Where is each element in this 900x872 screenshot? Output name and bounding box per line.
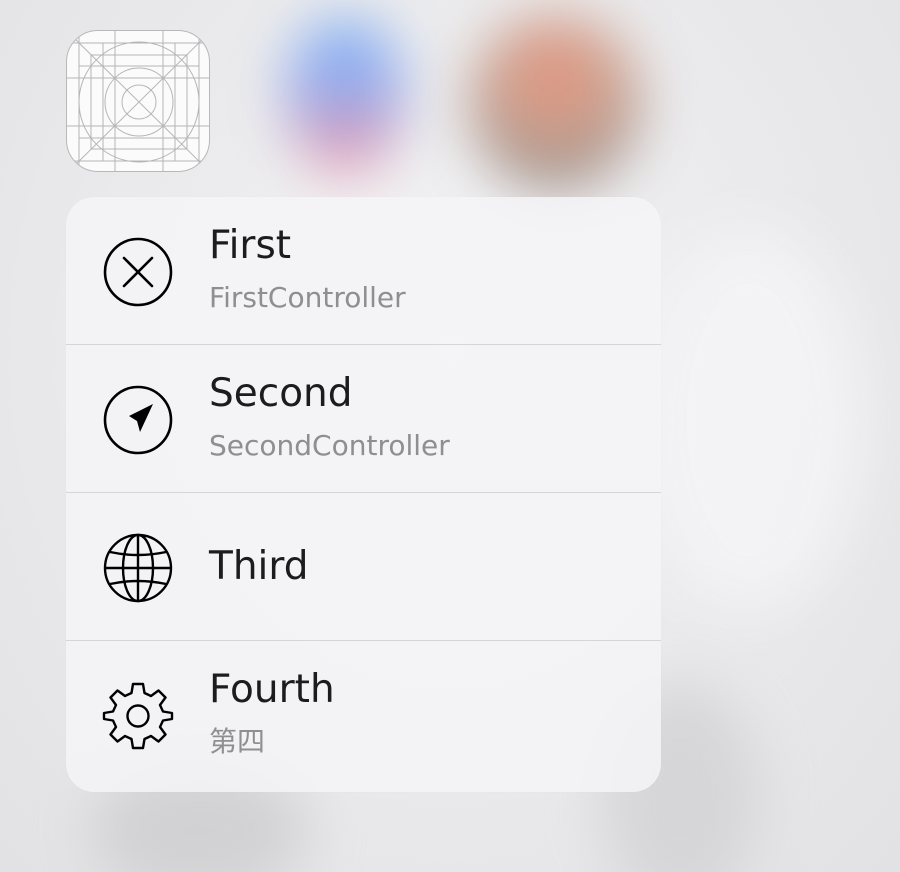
quick-action-title: Second <box>209 371 353 416</box>
quick-action-first[interactable]: First FirstController <box>66 197 661 345</box>
app-icon[interactable] <box>66 30 210 172</box>
quick-action-title: Fourth <box>209 667 335 712</box>
quick-action-title: Third <box>209 544 309 589</box>
location-arrow-icon <box>102 384 174 456</box>
quick-action-subtitle: 第四 <box>209 725 266 758</box>
quick-action-second[interactable]: Second SecondController <box>66 345 661 493</box>
app-icon-template-grid-icon <box>67 31 209 171</box>
background-blurred-app-icon <box>285 20 405 170</box>
quick-action-fourth[interactable]: Fourth 第四 <box>66 641 661 789</box>
quick-actions-menu: First FirstController Second SecondContr… <box>66 197 661 792</box>
quick-action-subtitle: FirstController <box>209 281 406 314</box>
background-blurred-app-icon <box>470 15 640 190</box>
globe-icon <box>102 532 174 604</box>
quick-action-title: First <box>209 223 292 268</box>
gear-icon <box>102 680 174 752</box>
background-blur-light <box>640 230 860 610</box>
quick-action-subtitle: SecondController <box>209 429 450 462</box>
close-circle-icon <box>102 236 174 308</box>
quick-action-third[interactable]: Third <box>66 493 661 641</box>
